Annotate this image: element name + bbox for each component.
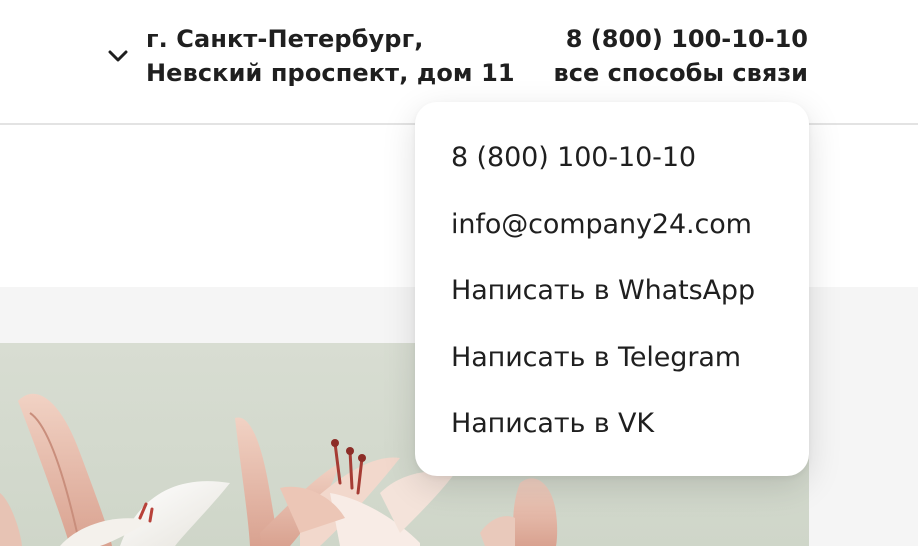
all-contacts-link[interactable]: все способы связи (554, 56, 808, 90)
chevron-down-icon (108, 50, 128, 62)
page: г. Санкт-Петербург, Невский проспект, до… (0, 0, 918, 546)
dropdown-item-telegram[interactable]: Написать в Telegram (451, 338, 755, 378)
dropdown-item-phone[interactable]: 8 (800) 100-10-10 (451, 138, 755, 178)
dropdown-item-vk[interactable]: Написать в VK (451, 404, 755, 444)
address-text: г. Санкт-Петербург, Невский проспект, до… (146, 22, 515, 90)
contacts-dropdown: 8 (800) 100-10-10 info@company24.com Нап… (415, 102, 809, 476)
dropdown-item-whatsapp[interactable]: Написать в WhatsApp (451, 271, 755, 311)
dropdown-item-email[interactable]: info@company24.com (451, 205, 755, 245)
contact-block: 8 (800) 100-10-10 все способы связи (554, 22, 808, 90)
header-phone[interactable]: 8 (800) 100-10-10 (554, 22, 808, 56)
address-selector[interactable]: г. Санкт-Петербург, Невский проспект, до… (104, 22, 515, 90)
contacts-list: 8 (800) 100-10-10 info@company24.com Нап… (451, 138, 755, 471)
address-street: Невский проспект, дом 11 (146, 59, 515, 87)
address-city: г. Санкт-Петербург, (146, 25, 424, 53)
